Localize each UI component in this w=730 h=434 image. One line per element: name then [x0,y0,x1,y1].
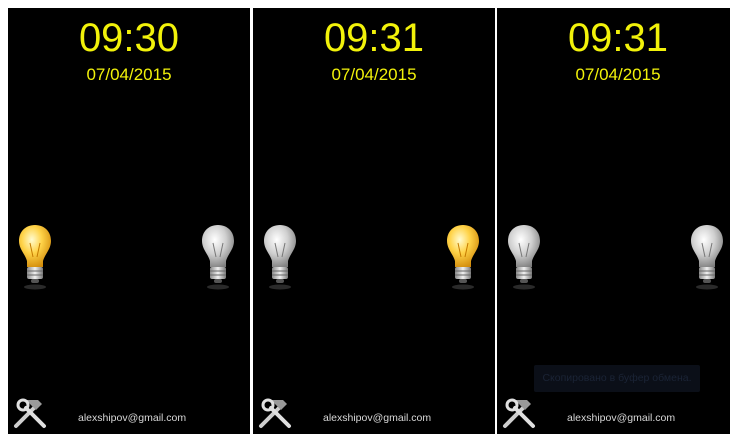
hammer-wrench-icon[interactable] [257,396,293,430]
hammer-wrench-icon[interactable] [501,396,537,430]
hammer-wrench-icon[interactable] [12,396,48,430]
screen-panel-2: 09:31 07/04/2015 alexshipov@gmail.com [253,8,495,434]
developer-email[interactable]: alexshipov@gmail.com [78,412,186,424]
clock-date: 07/04/2015 [86,65,172,84]
lightbulb-on-icon[interactable] [17,223,53,293]
clock-time: 09:30 [78,16,180,60]
clock-time: 09:31 [567,16,669,60]
screen-panel-1: 09:30 07/04/2015 alexshipov@gmail.com [8,8,250,434]
copied-toast: Скопировано в буфер обмена. [534,365,700,392]
lightbulb-off-icon[interactable] [689,223,725,293]
lightbulb-off-icon[interactable] [200,223,236,293]
screen-panel-3: 09:31 07/04/2015 Скопировано в буфер обм… [497,8,730,434]
clock-date: 07/04/2015 [331,65,417,84]
lightbulb-off-icon[interactable] [262,223,298,293]
lightbulb-off-icon[interactable] [506,223,542,293]
clock-date: 07/04/2015 [575,65,661,84]
clock-time: 09:31 [323,16,425,60]
developer-email[interactable]: alexshipov@gmail.com [323,412,431,424]
developer-email[interactable]: alexshipov@gmail.com [567,412,675,424]
lightbulb-on-icon[interactable] [445,223,481,293]
